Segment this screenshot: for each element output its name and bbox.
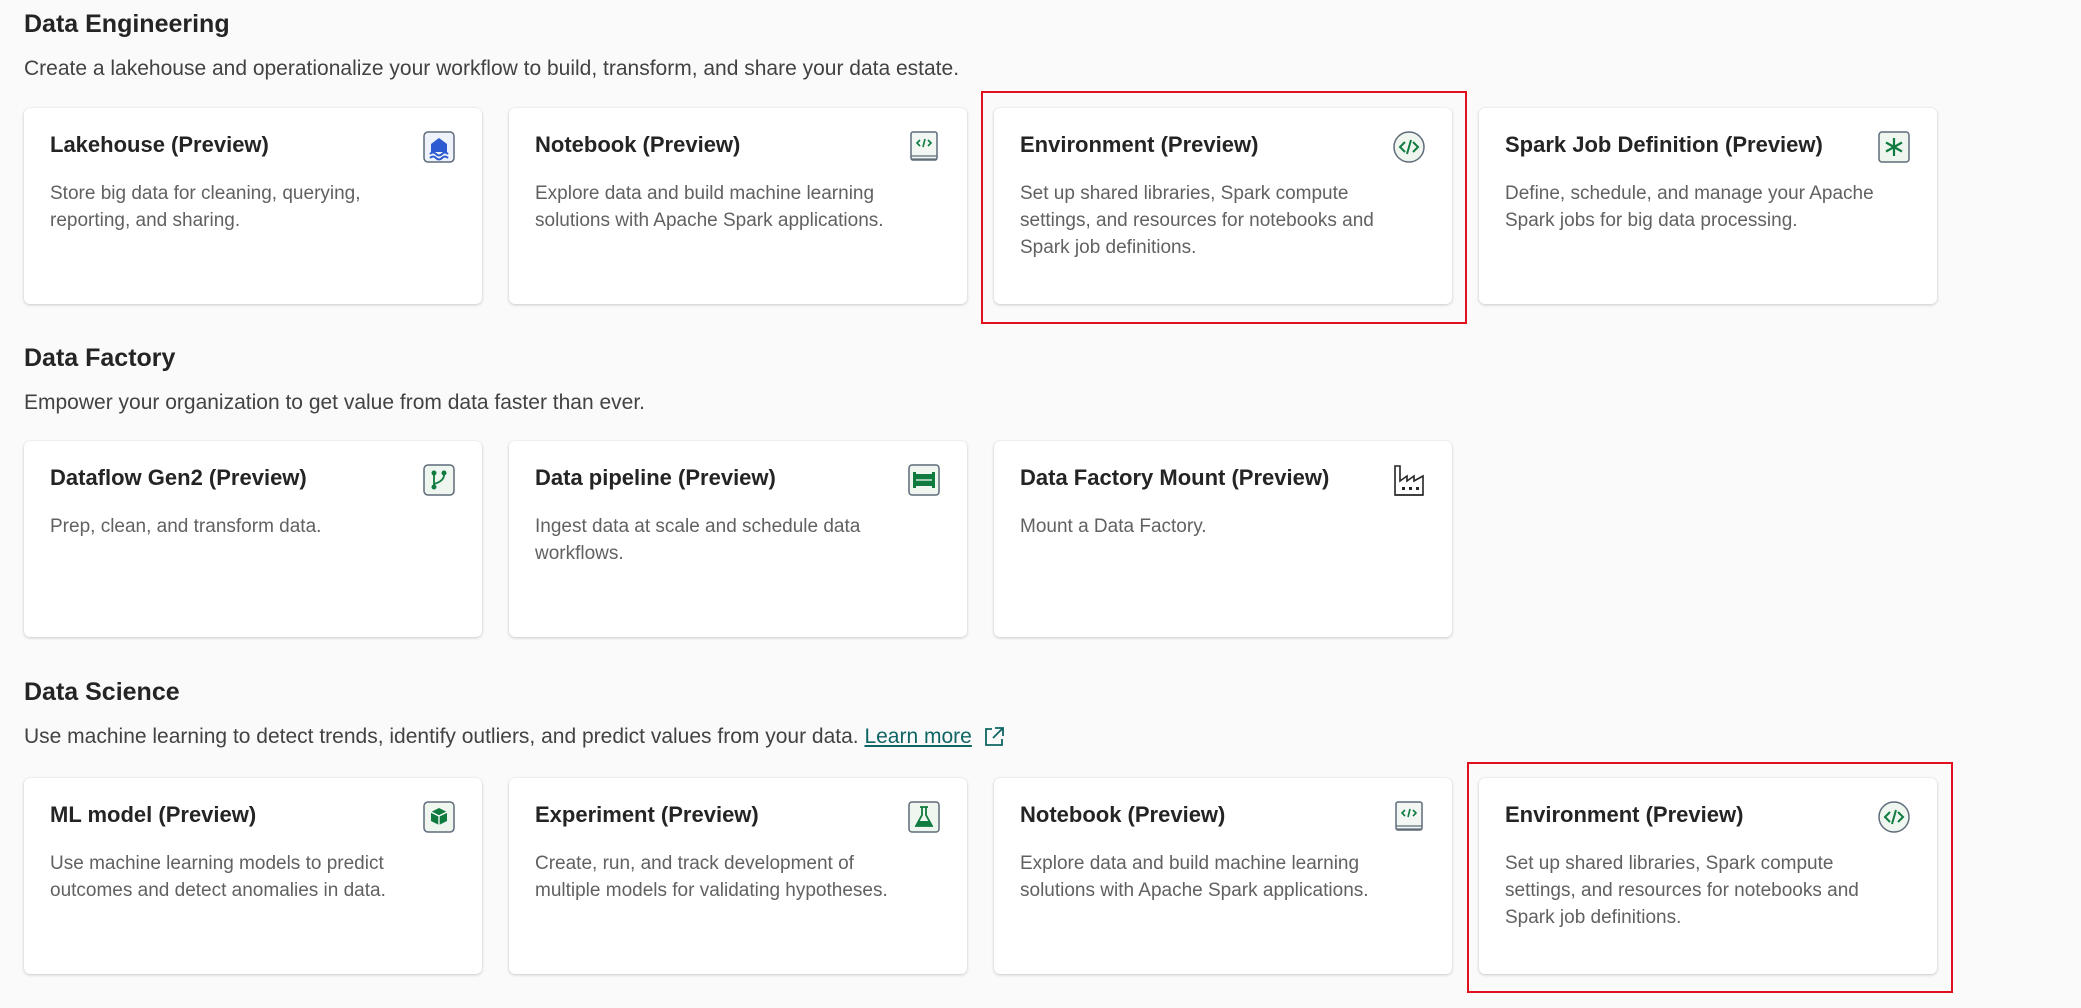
section-title: Data Factory bbox=[24, 344, 176, 372]
section-title: Data Engineering bbox=[24, 10, 230, 38]
section-description: Use machine learning to detect trends, i… bbox=[24, 723, 1006, 751]
environment-icon bbox=[1878, 801, 1910, 833]
dataflow-icon bbox=[423, 464, 455, 496]
card-description: Explore data and build machine learning … bbox=[1020, 853, 1369, 901]
card-title: ML model (Preview) bbox=[50, 802, 257, 827]
card-description: Use machine learning models to predict o… bbox=[50, 853, 386, 901]
card-title: Notebook (Preview) bbox=[1020, 802, 1226, 827]
section-data-science: Data Science Use machine learning to det… bbox=[24, 676, 1006, 751]
card-description: Prep, clean, and transform data. bbox=[50, 516, 322, 537]
card-title: Experiment (Preview) bbox=[535, 802, 759, 827]
environment-icon bbox=[1393, 131, 1425, 163]
section-description: Empower your organization to get value f… bbox=[24, 391, 646, 414]
card-description: Ingest data at scale and schedule data w… bbox=[535, 516, 861, 564]
factory-icon bbox=[1394, 465, 1424, 496]
section-title: Data Science bbox=[24, 678, 180, 706]
section-data-factory: Data Factory Empower your organization t… bbox=[24, 342, 645, 417]
section-data-engineering: Data Engineering Create a lakehouse and … bbox=[24, 8, 959, 83]
card-data-factory-mount[interactable]: Data Factory Mount (Preview) Mount a Dat… bbox=[994, 441, 1452, 637]
card-description: Set up shared libraries, Spark compute s… bbox=[1505, 853, 1859, 928]
card-title: Data Factory Mount (Preview) bbox=[1020, 465, 1330, 490]
notebook-icon bbox=[910, 131, 938, 161]
pipeline-icon bbox=[908, 464, 940, 496]
card-spark-job-definition[interactable]: Spark Job Definition (Preview) Define, s… bbox=[1479, 108, 1937, 304]
card-dataflow-gen2[interactable]: Dataflow Gen2 (Preview) Prep, clean, and… bbox=[24, 441, 482, 637]
card-title: Spark Job Definition (Preview) bbox=[1505, 132, 1823, 157]
card-ml-model[interactable]: ML model (Preview) Use machine learning … bbox=[24, 778, 482, 974]
section-description: Create a lakehouse and operationalize yo… bbox=[24, 57, 960, 80]
card-description: Create, run, and track development of mu… bbox=[535, 853, 888, 901]
card-environment[interactable]: Environment (Preview) Set up shared libr… bbox=[994, 108, 1452, 304]
card-title: Lakehouse (Preview) bbox=[50, 132, 269, 157]
card-environment[interactable]: Environment (Preview) Set up shared libr… bbox=[1479, 778, 1937, 974]
card-description: Explore data and build machine learning … bbox=[535, 183, 884, 231]
card-title: Environment (Preview) bbox=[1505, 802, 1744, 827]
experiment-icon bbox=[908, 801, 940, 833]
card-title: Data pipeline (Preview) bbox=[535, 465, 776, 490]
card-description: Mount a Data Factory. bbox=[1020, 516, 1207, 537]
notebook-icon bbox=[1395, 801, 1423, 831]
card-lakehouse[interactable]: Lakehouse (Preview) Store big data for c… bbox=[24, 108, 482, 304]
card-description: Define, schedule, and manage your Apache… bbox=[1505, 183, 1874, 231]
card-experiment[interactable]: Experiment (Preview) Create, run, and tr… bbox=[509, 778, 967, 974]
card-description: Store big data for cleaning, querying, r… bbox=[50, 183, 361, 231]
external-link-icon[interactable] bbox=[982, 725, 1006, 749]
spark-job-icon bbox=[1878, 131, 1910, 163]
learn-more-link[interactable]: Learn more bbox=[864, 725, 971, 748]
lakehouse-icon bbox=[423, 131, 455, 163]
ml-model-icon bbox=[423, 801, 455, 833]
card-title: Environment (Preview) bbox=[1020, 132, 1259, 157]
card-notebook[interactable]: Notebook (Preview) Explore data and buil… bbox=[994, 778, 1452, 974]
card-title: Dataflow Gen2 (Preview) bbox=[50, 465, 307, 490]
card-description: Set up shared libraries, Spark compute s… bbox=[1020, 183, 1374, 258]
card-notebook[interactable]: Notebook (Preview) Explore data and buil… bbox=[509, 108, 967, 304]
section-description-text: Use machine learning to detect trends, i… bbox=[24, 725, 859, 748]
card-title: Notebook (Preview) bbox=[535, 132, 741, 157]
card-data-pipeline[interactable]: Data pipeline (Preview) Ingest data at s… bbox=[509, 441, 967, 637]
